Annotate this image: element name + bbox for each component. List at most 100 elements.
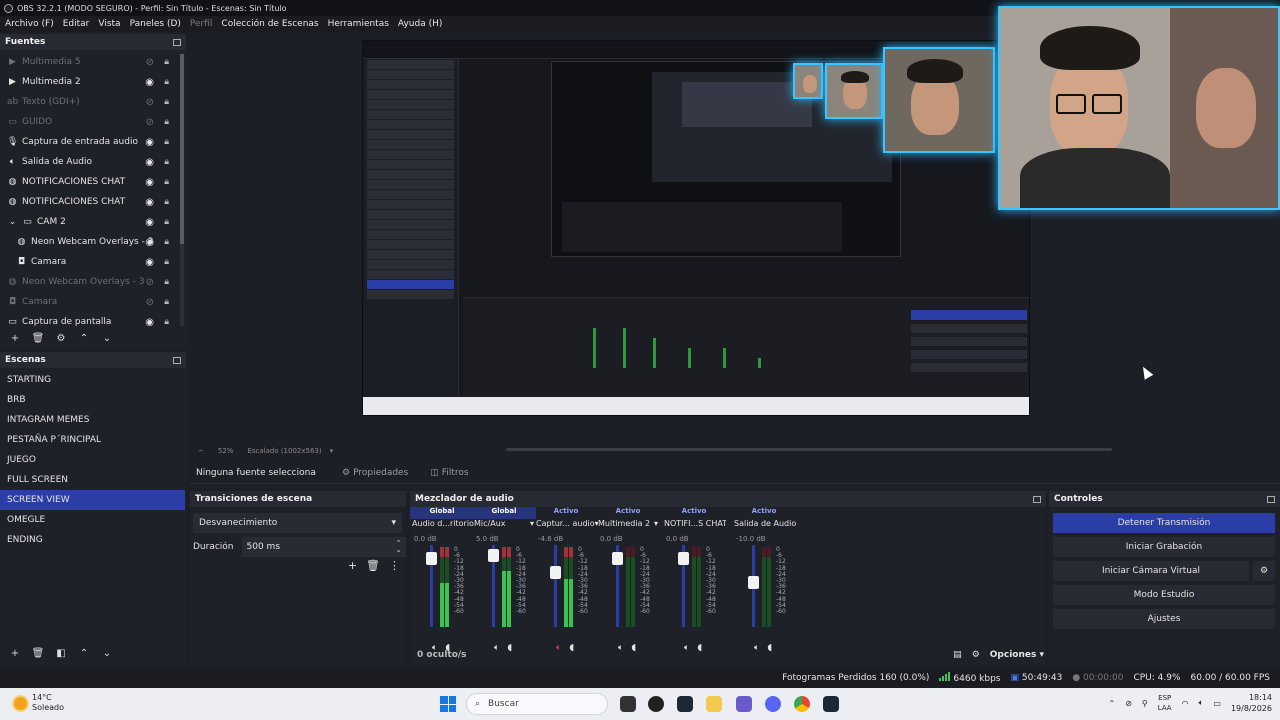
- lock-icon[interactable]: 🔒︎: [164, 257, 169, 267]
- source-item[interactable]: ◍ NOTIFICACIONES CHAT ◉ 🔒︎: [0, 192, 178, 212]
- menu-profile[interactable]: Perfil: [190, 19, 213, 29]
- obs-taskbar-icon[interactable]: [648, 696, 664, 712]
- lock-icon[interactable]: 🔒︎: [164, 137, 169, 147]
- lock-icon[interactable]: 🔒︎: [164, 217, 169, 227]
- spin-arrows-icon[interactable]: ⌃ ⌄: [396, 540, 402, 554]
- source-item[interactable]: ab Texto (GDI+) ⊘ 🔒︎: [0, 92, 178, 112]
- source-item[interactable]: ◘ Camara ⊘ 🔒︎: [0, 292, 178, 312]
- source-item[interactable]: ▶ Multimedia 5 ⊘ 🔒︎: [0, 52, 178, 72]
- scene-item-active[interactable]: SCREEN VIEW: [0, 490, 185, 510]
- source-item[interactable]: ▶ Multimedia 2 ◉ 🔒︎: [0, 72, 178, 92]
- volume-fader[interactable]: [678, 545, 689, 627]
- lock-icon[interactable]: 🔒︎: [164, 97, 169, 107]
- eye-icon[interactable]: ◉: [145, 317, 154, 328]
- scene-item[interactable]: STARTING: [0, 370, 186, 390]
- fader-knob[interactable]: [678, 552, 689, 565]
- stop-streaming-button[interactable]: Detener Transmisión: [1053, 513, 1275, 533]
- weather-widget[interactable]: 14°C Soleado: [14, 693, 64, 713]
- fader-knob[interactable]: [488, 549, 499, 562]
- move-up-button[interactable]: ⌃: [75, 644, 93, 662]
- hidden-eye-icon[interactable]: ⊘: [146, 117, 154, 128]
- settings-button[interactable]: Ajustes: [1053, 609, 1275, 629]
- eye-icon[interactable]: ◉: [145, 137, 154, 148]
- steam-icon[interactable]: [677, 696, 693, 712]
- file-explorer-icon[interactable]: [706, 696, 722, 712]
- windows-start-icon[interactable]: [440, 696, 456, 712]
- remove-scene-button[interactable]: 🗑︎: [29, 644, 47, 662]
- lock-icon[interactable]: 🔒︎: [164, 297, 169, 307]
- properties-button[interactable]: ⚙ Propiedades: [342, 468, 408, 478]
- lock-icon[interactable]: 🔒︎: [164, 77, 169, 87]
- eye-icon[interactable]: ◉: [145, 237, 154, 248]
- more-options-icon[interactable]: ⋮: [389, 559, 400, 572]
- hidden-eye-icon[interactable]: ⊘: [146, 277, 154, 288]
- eye-icon[interactable]: ◉: [145, 157, 154, 168]
- move-down-button[interactable]: ⌄: [98, 329, 116, 347]
- source-item[interactable]: 🎙︎ Captura de entrada audio ◉ 🔒︎: [0, 132, 178, 152]
- channel-name-row[interactable]: Audio d...ritorio▾: [410, 519, 474, 533]
- remove-transition-button[interactable]: 🗑︎: [366, 559, 380, 572]
- clock[interactable]: 18:14 19/8/2026: [1231, 692, 1272, 714]
- eye-icon[interactable]: ◉: [145, 77, 154, 88]
- add-transition-button[interactable]: +: [348, 559, 357, 572]
- duration-spinbox[interactable]: 500 ms ⌃ ⌄: [241, 537, 406, 557]
- lock-icon[interactable]: 🔒︎: [164, 177, 169, 187]
- lock-icon[interactable]: 🔒︎: [164, 117, 169, 127]
- lock-icon[interactable]: 🔒︎: [164, 197, 169, 207]
- start-recording-button[interactable]: Iniciar Grabación: [1053, 537, 1275, 557]
- scene-item[interactable]: JUEGO: [0, 450, 186, 470]
- source-item[interactable]: 🔈︎ Salida de Audio ◉ 🔒︎: [0, 152, 178, 172]
- channel-name-row[interactable]: Mic/Aux ▾: [472, 519, 536, 533]
- volume-fader[interactable]: [426, 545, 437, 627]
- volume-fader[interactable]: [612, 545, 623, 627]
- volume-icon[interactable]: 🔈︎: [1199, 698, 1204, 708]
- channel-name-row[interactable]: Multimedia 2 ▾: [596, 519, 660, 533]
- channel-name-row[interactable]: NOTIFI...S CHAT▾: [662, 519, 726, 533]
- source-item[interactable]: ▭ GUIDO ⊘ 🔒︎: [0, 112, 178, 132]
- channel-name-row[interactable]: Salida de Audio▾: [732, 519, 796, 533]
- undock-icon[interactable]: [173, 356, 181, 364]
- virtual-camera-settings-button[interactable]: ⚙: [1253, 561, 1275, 581]
- scrollbar-thumb[interactable]: [180, 54, 184, 244]
- lock-icon[interactable]: 🔒︎: [164, 277, 169, 287]
- chevron-down-icon[interactable]: ⌄: [7, 217, 18, 227]
- menu-view[interactable]: Vista: [98, 19, 120, 29]
- scene-item[interactable]: ENDING: [0, 530, 186, 550]
- scene-item[interactable]: PESTAÑA P´RINCIPAL: [0, 430, 186, 450]
- chevron-up-icon[interactable]: ⌃: [1109, 699, 1116, 708]
- menu-scene-collection[interactable]: Colección de Escenas: [221, 19, 318, 29]
- advanced-audio-icon[interactable]: ⚙: [972, 650, 980, 660]
- preview-canvas[interactable]: [190, 6, 1280, 444]
- eye-icon[interactable]: ◉: [145, 177, 154, 188]
- source-item[interactable]: ◍ Neon Webcam Overlays - 3 ⊘ 🔒︎: [0, 272, 178, 292]
- volume-fader[interactable]: [748, 545, 759, 627]
- lock-icon[interactable]: 🔒︎: [164, 237, 169, 247]
- menu-file[interactable]: Archivo (F): [5, 19, 54, 29]
- eye-icon[interactable]: ◉: [145, 257, 154, 268]
- menu-help[interactable]: Ayuda (H): [398, 19, 442, 29]
- steam-icon[interactable]: [823, 696, 839, 712]
- hidden-icons-icon[interactable]: ⊘: [1125, 699, 1132, 708]
- eye-icon[interactable]: ◉: [145, 217, 154, 228]
- lock-icon[interactable]: 🔒︎: [164, 157, 169, 167]
- hidden-eye-icon[interactable]: ⊘: [146, 57, 154, 68]
- menu-tools[interactable]: Herramientas: [328, 19, 389, 29]
- mixer-options-button[interactable]: Opciones ▾: [990, 650, 1044, 660]
- source-item[interactable]: ◍ Neon Webcam Overlays - 3 ◉ 🔒︎: [0, 232, 178, 252]
- menu-edit[interactable]: Editar: [63, 19, 90, 29]
- scene-filters-button[interactable]: ◧: [52, 644, 70, 662]
- transition-select[interactable]: Desvanecimiento ▾: [193, 513, 402, 533]
- task-view-icon[interactable]: [620, 696, 636, 712]
- language-indicator[interactable]: ESP LAA: [1158, 693, 1172, 713]
- undock-icon[interactable]: [1033, 495, 1041, 503]
- filters-button[interactable]: ◫ Filtros: [430, 468, 468, 478]
- chevron-down-icon[interactable]: ▾: [654, 519, 658, 533]
- app-icon[interactable]: [736, 696, 752, 712]
- move-up-button[interactable]: ⌃: [75, 329, 93, 347]
- chrome-icon[interactable]: [794, 696, 810, 712]
- source-item[interactable]: ◍ NOTIFICACIONES CHAT ◉ 🔒︎: [0, 172, 178, 192]
- move-down-button[interactable]: ⌄: [98, 644, 116, 662]
- discord-icon[interactable]: [765, 696, 781, 712]
- source-properties-button[interactable]: ⚙: [52, 329, 70, 347]
- lock-icon[interactable]: 🔒︎: [164, 317, 169, 327]
